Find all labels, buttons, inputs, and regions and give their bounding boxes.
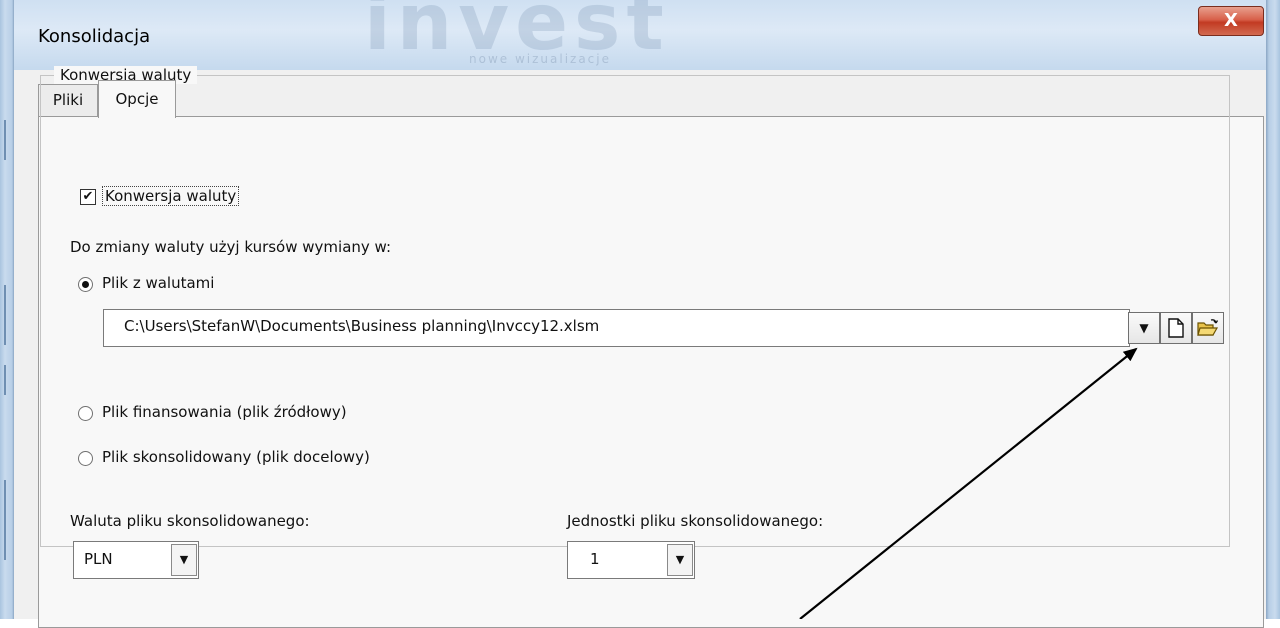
units-label: Jednostki pliku skonsolidowanego: bbox=[567, 512, 824, 530]
currency-file-path-combobox[interactable]: C:\Users\StefanW\Documents\Business plan… bbox=[103, 309, 1130, 347]
path-dropdown-button[interactable]: ▼ bbox=[1128, 312, 1160, 344]
close-icon: X bbox=[1224, 10, 1238, 31]
close-button[interactable]: X bbox=[1198, 6, 1264, 36]
currency-file-path: C:\Users\StefanW\Documents\Business plan… bbox=[124, 317, 600, 335]
units-value: 1 bbox=[590, 550, 600, 568]
open-file-button[interactable] bbox=[1192, 312, 1224, 344]
currency-label: Waluta pliku skonsolidowanego: bbox=[70, 512, 310, 530]
dropdown-arrow-icon[interactable]: ▼ bbox=[667, 544, 693, 576]
radio-consolidated-file-label[interactable]: Plik skonsolidowany (plik docelowy) bbox=[102, 448, 370, 466]
radio-currency-file-label[interactable]: Plik z walutami bbox=[102, 274, 214, 292]
open-folder-icon bbox=[1197, 319, 1219, 336]
rates-source-label: Do zmiany waluty użyj kursów wymiany w: bbox=[70, 238, 392, 256]
new-file-button[interactable] bbox=[1160, 312, 1192, 344]
currency-conversion-checkbox-label[interactable]: Konwersja waluty bbox=[102, 186, 240, 206]
radio-funding-file[interactable] bbox=[78, 406, 93, 421]
currency-conversion-checkbox[interactable]: ✔ bbox=[80, 189, 96, 205]
window-left-border bbox=[0, 0, 14, 619]
tab-opcje[interactable]: Opcje bbox=[98, 80, 176, 118]
currency-select[interactable]: PLN ▼ bbox=[73, 541, 199, 579]
dropdown-arrow-icon: ▼ bbox=[1139, 321, 1149, 335]
currency-value: PLN bbox=[84, 550, 113, 568]
radio-funding-file-label[interactable]: Plik finansowania (plik źródłowy) bbox=[102, 403, 347, 421]
window-title: Konsolidacja bbox=[38, 26, 151, 47]
units-select[interactable]: 1 ▼ bbox=[567, 541, 695, 579]
radio-currency-file[interactable] bbox=[78, 277, 93, 292]
title-bar[interactable]: invest nowe wizualizacje Konsolidacja bbox=[14, 0, 1266, 70]
tab-opcje-label: Opcje bbox=[115, 90, 159, 108]
radio-consolidated-file[interactable] bbox=[78, 451, 93, 466]
watermark-subtitle: nowe wizualizacje bbox=[469, 52, 611, 66]
window-right-border bbox=[1266, 0, 1280, 619]
new-file-icon bbox=[1168, 318, 1184, 338]
dropdown-arrow-icon[interactable]: ▼ bbox=[171, 544, 197, 576]
